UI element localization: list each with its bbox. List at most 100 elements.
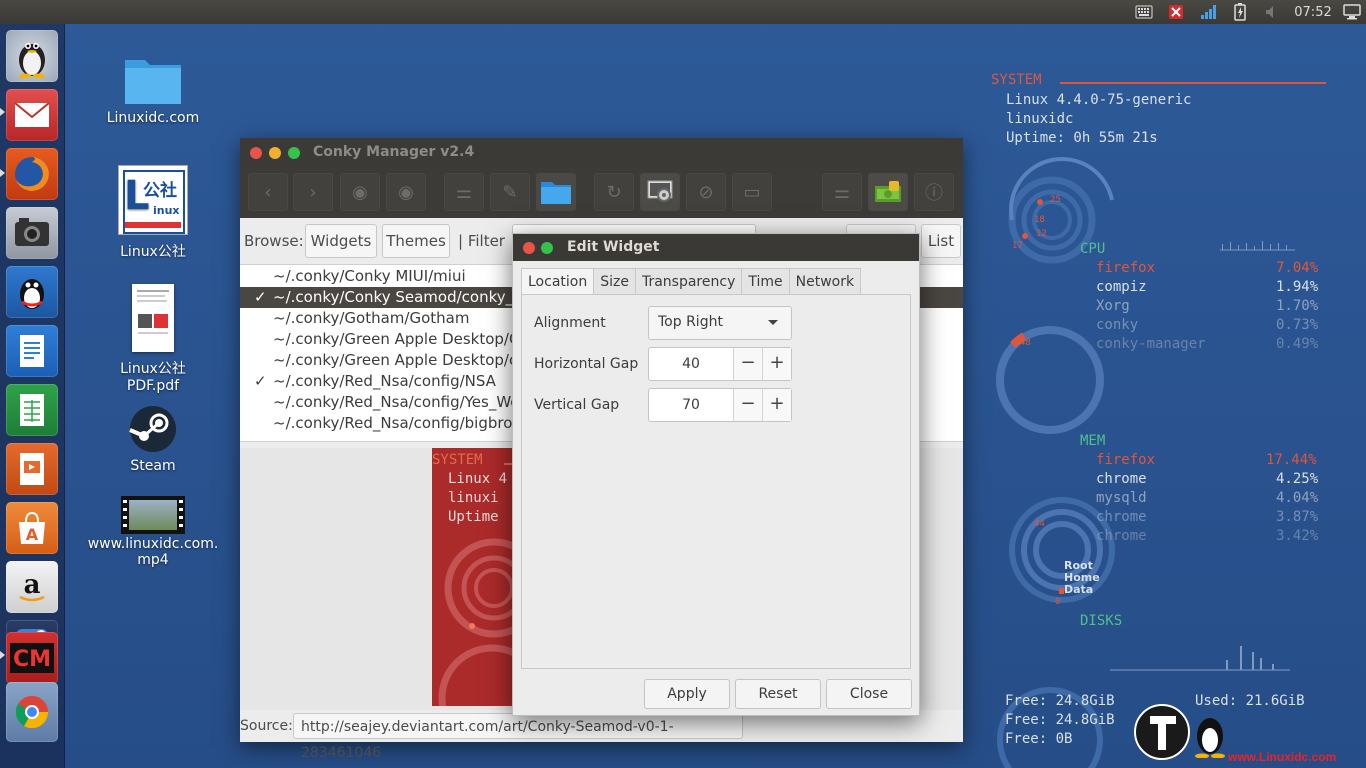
cpu-proc-value: 0.73% xyxy=(1276,317,1319,333)
photo-viewer-icon[interactable] xyxy=(6,207,58,259)
tab-transparency[interactable]: Transparency xyxy=(634,268,743,295)
mem-proc-name: firefox xyxy=(1096,452,1156,468)
mem-proc-name: chrome xyxy=(1096,471,1147,487)
disk-graph xyxy=(1226,646,1274,670)
kill-all-icon[interactable]: ⊘ xyxy=(686,173,726,211)
desktop-icon-steam[interactable]: Steam xyxy=(100,404,206,474)
generate-preview-icon[interactable]: ▭ xyxy=(732,173,772,211)
dash-home-tux-icon[interactable] xyxy=(6,30,58,82)
tab-network[interactable]: Network xyxy=(788,268,862,295)
tab-time[interactable]: Time xyxy=(741,268,790,295)
source-url-field[interactable]: http://seajey.deviantart.com/art/Conky-S… xyxy=(293,713,743,761)
vgap-decrement-button[interactable]: − xyxy=(733,389,762,421)
mail-icon[interactable] xyxy=(6,89,58,141)
conky-disks-header: DISKS xyxy=(1080,613,1123,629)
ring-label: 25 xyxy=(1050,195,1061,205)
mem-proc-value: 4.04% xyxy=(1276,490,1319,506)
hgap-input[interactable]: 40 xyxy=(649,348,733,380)
open-folder-icon[interactable] xyxy=(536,173,576,211)
alignment-dropdown[interactable]: Top Right xyxy=(648,306,792,340)
themes-button[interactable]: Themes xyxy=(382,224,450,258)
browse-label: Browse: xyxy=(244,232,304,250)
hgap-decrement-button[interactable]: − xyxy=(733,348,762,380)
back-icon[interactable]: ‹ xyxy=(248,173,288,211)
firefox-icon[interactable] xyxy=(6,148,58,200)
stop-widget-icon[interactable]: ◉ xyxy=(386,173,426,211)
preview-system: SYSTEM xyxy=(432,452,483,468)
watermark: www.Linuxidc.com xyxy=(1132,700,1366,768)
row-path: ~/.conky/Conky Seamod/conky_sea xyxy=(273,288,540,306)
desktop-icon-label: Linuxidc.com xyxy=(106,110,200,126)
disk-free-2: Free: 24.8GiB xyxy=(1005,712,1115,728)
desktop-icon-video[interactable]: www.linuxidc.com. mp4 xyxy=(86,496,220,568)
qq-penguin-icon[interactable] xyxy=(6,266,58,318)
widgets-button[interactable]: Widgets xyxy=(305,224,377,258)
close-button[interactable]: Close xyxy=(826,679,912,709)
edit-widget-settings-icon[interactable]: ⚌ xyxy=(444,173,484,211)
row-checkbox[interactable]: ✓ xyxy=(254,287,268,308)
list-button[interactable]: List xyxy=(921,224,961,258)
network-signal-icon[interactable] xyxy=(1196,0,1220,24)
vgap-increment-button[interactable]: + xyxy=(762,389,791,421)
top-panel: 07:52 xyxy=(0,0,1366,24)
donate-money-icon[interactable] xyxy=(868,173,908,211)
maximize-dialog-button[interactable] xyxy=(541,242,553,254)
hgap-spinner: 40 − + xyxy=(648,347,792,381)
filter-label: | Filter xyxy=(458,232,505,250)
close-window-button[interactable] xyxy=(250,147,262,159)
amazon-icon[interactable]: a xyxy=(6,561,58,613)
row-path: ~/.conky/Green Apple Desktop/Got xyxy=(273,330,536,348)
row-path: ~/.conky/Red_Nsa/config/bigbroth xyxy=(273,414,528,432)
tab-location[interactable]: Location xyxy=(521,268,595,295)
ring-label: 17 xyxy=(1012,241,1023,251)
tux-watermark-icon xyxy=(1195,718,1225,758)
apply-button[interactable]: Apply xyxy=(644,679,730,709)
mem-proc-name: chrome xyxy=(1096,528,1147,544)
conky-system-header: SYSTEM xyxy=(991,72,1042,88)
maximize-window-button[interactable] xyxy=(288,147,300,159)
chrome-icon[interactable] xyxy=(6,682,58,742)
row-path: ~/.conky/Green Apple Desktop/con xyxy=(273,351,536,369)
red-x-indicator-icon[interactable] xyxy=(1164,0,1188,24)
calc-spreadsheet-icon[interactable] xyxy=(6,384,58,436)
software-center-icon[interactable]: A xyxy=(6,502,58,554)
row-checkbox[interactable]: ✓ xyxy=(254,371,268,392)
ew-title-text: Edit Widget xyxy=(567,239,660,255)
refresh-icon[interactable]: ↻ xyxy=(594,173,634,211)
cpu-proc-name: conky xyxy=(1096,317,1139,333)
close-dialog-button[interactable] xyxy=(523,242,535,254)
ring-label: 44 xyxy=(1034,519,1045,529)
volume-icon[interactable] xyxy=(1260,0,1284,24)
keyboard-icon[interactable] xyxy=(1132,0,1156,24)
mem-proc-value: 3.42% xyxy=(1276,528,1319,544)
system-menu-icon[interactable] xyxy=(1340,0,1364,24)
battery-icon[interactable] xyxy=(1228,0,1252,24)
impress-presentation-icon[interactable] xyxy=(6,443,58,495)
preview-line3: Uptime xyxy=(448,509,499,525)
hgap-increment-button[interactable]: + xyxy=(762,348,791,380)
ring-label: 18 xyxy=(1034,215,1045,225)
desktop-icon-label: Linux公社 xyxy=(120,244,186,260)
vgap-label: Vertical Gap xyxy=(534,397,620,413)
minimize-window-button[interactable] xyxy=(269,147,281,159)
row-path: ~/.conky/Red_Nsa/config/Yes_We_ xyxy=(273,393,528,411)
desktop-icon-pdf[interactable]: Linux公社PDF.pdf xyxy=(100,284,206,394)
desktop-settings-icon[interactable] xyxy=(640,173,680,211)
folder-icon xyxy=(125,60,181,104)
tab-size[interactable]: Size xyxy=(593,268,636,295)
settings-sliders-icon[interactable]: ⚌ xyxy=(822,173,862,211)
linuxidc-logo-icon: L 公社 inux xyxy=(118,165,188,235)
start-widget-icon[interactable]: ◉ xyxy=(340,173,380,211)
clock[interactable]: 07:52 xyxy=(1288,0,1338,24)
reset-button[interactable]: Reset xyxy=(735,679,821,709)
desktop-icon-linux-gongshe[interactable]: L 公社 inux Linux公社 xyxy=(100,165,206,261)
vgap-input[interactable]: 70 xyxy=(649,389,733,421)
desktop-icon-folder[interactable]: Linuxidc.com xyxy=(100,52,206,126)
writer-document-icon[interactable] xyxy=(6,325,58,377)
about-info-icon[interactable]: ⓘ xyxy=(914,173,954,211)
forward-icon[interactable]: › xyxy=(293,173,333,211)
preview-line2: linuxi xyxy=(448,490,499,506)
disk-free-1: Free: 24.8GiB xyxy=(1005,693,1115,709)
conky-manager-icon[interactable]: CM xyxy=(6,632,58,684)
edit-file-pencil-icon[interactable]: ✎ xyxy=(490,173,530,211)
